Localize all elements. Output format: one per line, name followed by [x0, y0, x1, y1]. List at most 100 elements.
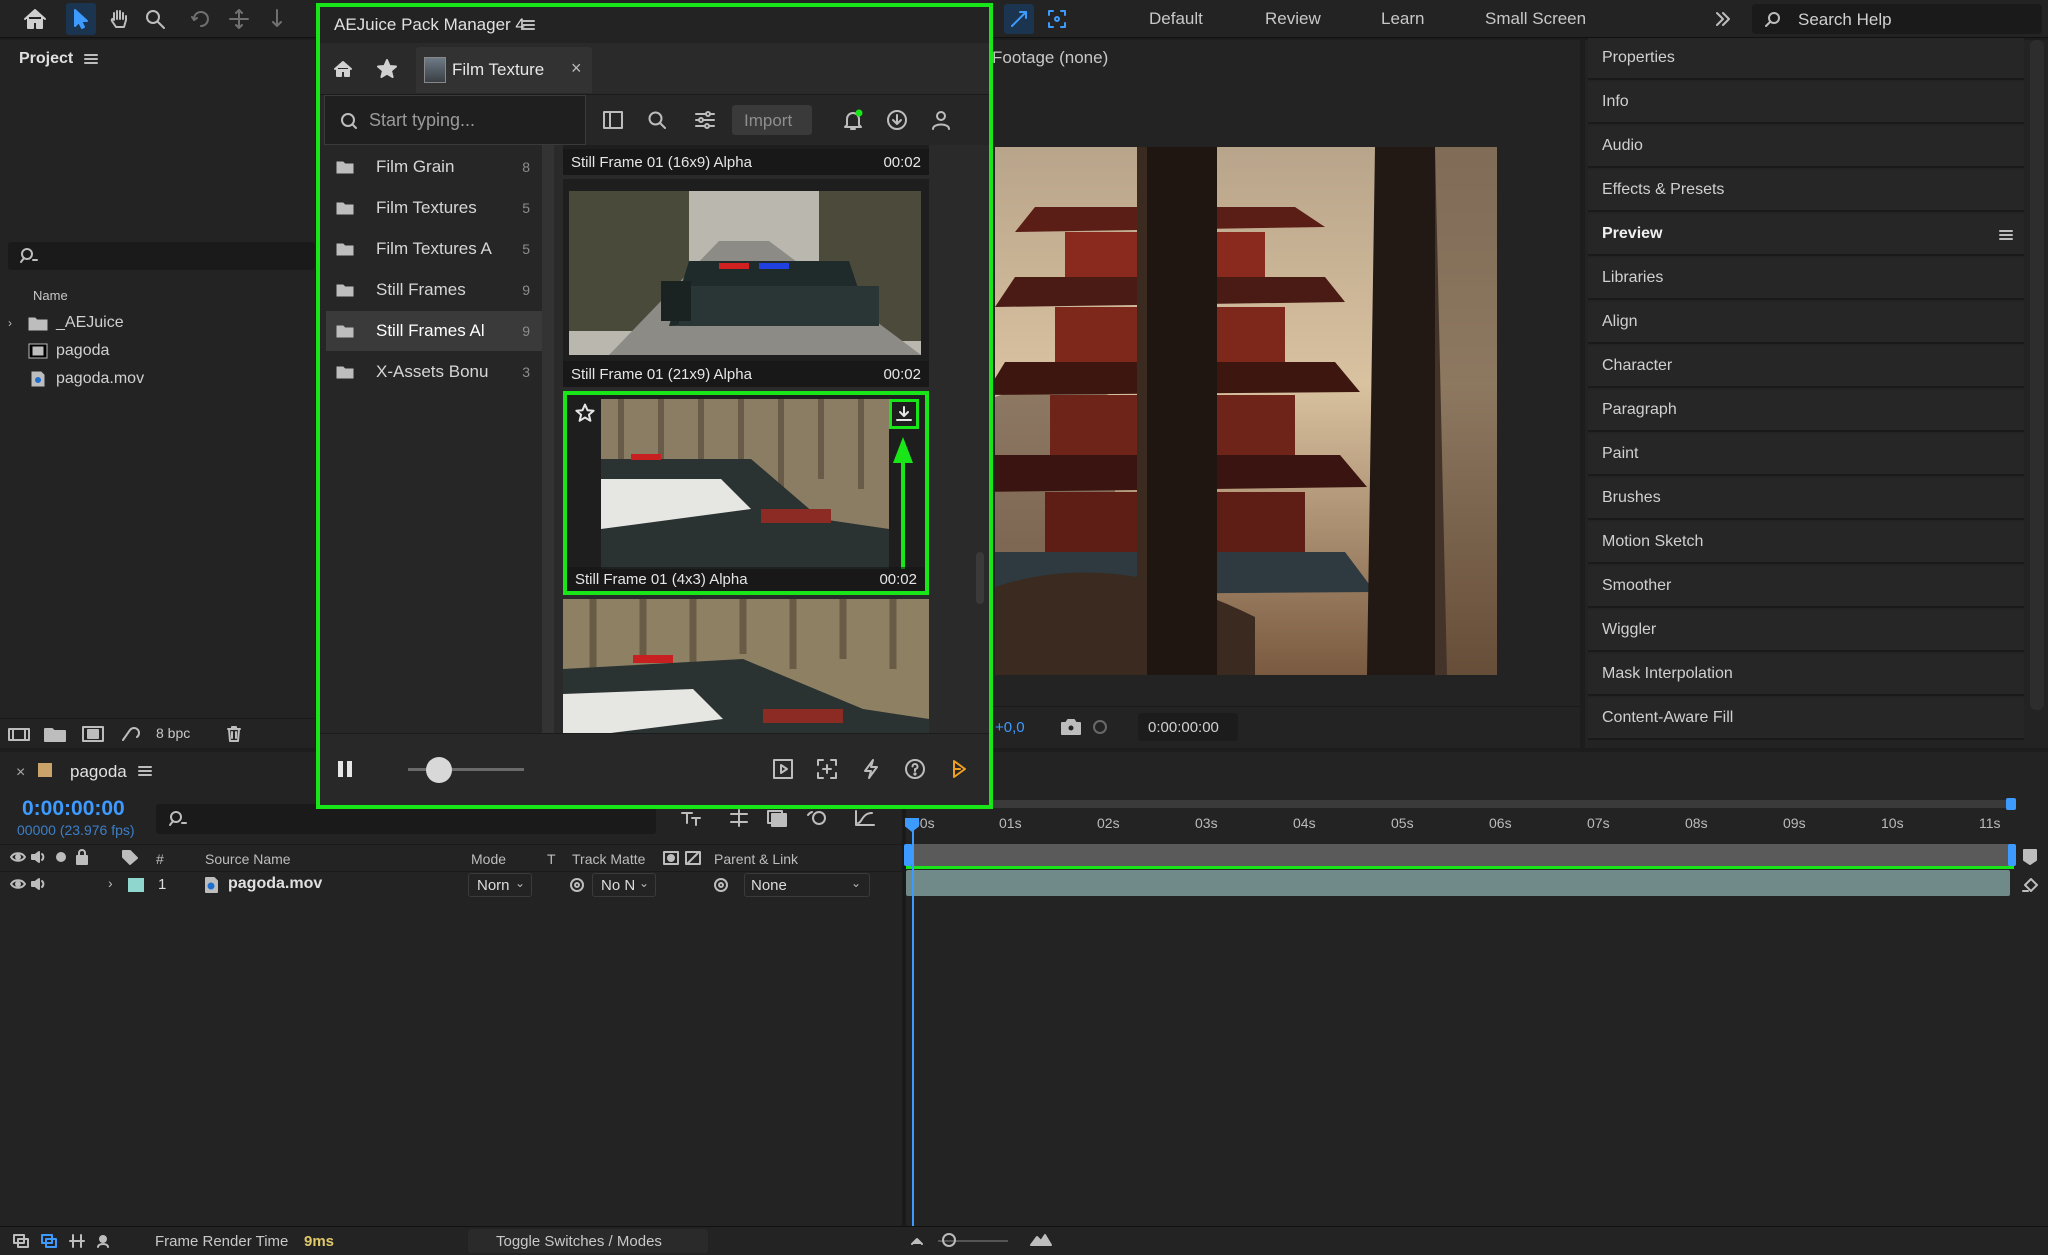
project-settings-icon[interactable] — [118, 723, 144, 745]
eye-icon[interactable] — [10, 849, 26, 865]
search-icon[interactable] — [644, 108, 670, 132]
workspace-small-screen[interactable]: Small Screen — [1485, 9, 1586, 29]
layer-mode-select[interactable]: Norn ⌄ — [468, 873, 532, 897]
footage-label[interactable]: Footage (none) — [992, 48, 1108, 68]
playhead-line[interactable] — [912, 820, 914, 1226]
panel-wiggler[interactable]: Wiggler — [1588, 610, 2024, 652]
layer-color-label[interactable] — [128, 878, 144, 892]
zoom-out-icon[interactable] — [908, 1233, 926, 1249]
asset-grid-scrollbar[interactable] — [976, 552, 984, 604]
filter-settings-icon[interactable] — [692, 108, 718, 132]
import-button[interactable]: Import — [732, 105, 812, 135]
toggle-switches-modes-button[interactable]: Toggle Switches / Modes — [468, 1229, 708, 1253]
panel-menu-icon[interactable] — [82, 50, 100, 68]
snapping-icon[interactable] — [1004, 4, 1034, 34]
snapshot-camera-icon[interactable] — [1058, 715, 1084, 739]
panel-menu-icon[interactable] — [137, 764, 153, 778]
aejuice-search-input[interactable]: Start typing... — [324, 95, 586, 145]
close-icon[interactable]: × — [16, 764, 25, 782]
asset-card[interactable]: Still Frame 01 (16x9) Alpha 00:02 — [563, 145, 929, 175]
category-film-grain[interactable]: Film Grain 8 — [326, 147, 542, 187]
show-snapshot-icon[interactable] — [1088, 715, 1112, 739]
sidebar-toggle-icon[interactable] — [600, 108, 626, 132]
draft-3d-icon[interactable] — [726, 806, 752, 830]
new-folder-icon[interactable] — [42, 723, 68, 745]
layer-duration-bar[interactable] — [906, 870, 2010, 896]
category-still-frames[interactable]: Still Frames 9 — [326, 270, 542, 310]
help-icon[interactable] — [902, 756, 928, 782]
pause-icon[interactable] — [332, 756, 358, 782]
asset-card[interactable]: Still Frame 01 (21x9) Alpha 00:02 — [563, 179, 929, 387]
project-item-folder[interactable]: › _AEJuice — [0, 310, 315, 336]
favorite-star-icon[interactable] — [573, 401, 597, 425]
tab-film-texture[interactable]: Film Texture × — [416, 47, 592, 93]
sidebar-scroll-track[interactable] — [542, 145, 554, 733]
comp-tab-name[interactable]: pagoda — [70, 762, 127, 782]
motion-blur-icon[interactable] — [804, 806, 830, 830]
category-still-frames-alpha[interactable]: Still Frames Al 9 — [326, 311, 542, 351]
expand-arrow-icon[interactable]: › — [108, 875, 113, 891]
close-icon[interactable]: × — [571, 58, 582, 79]
panel-menu-icon[interactable] — [520, 18, 536, 32]
comp-marker-bin-icon[interactable] — [2020, 846, 2040, 868]
panel-info[interactable]: Info — [1588, 82, 2024, 124]
eye-icon[interactable] — [10, 876, 26, 892]
new-composition-icon[interactable] — [80, 723, 106, 745]
panel-paragraph[interactable]: Paragraph — [1588, 390, 2024, 432]
preview-play-icon[interactable] — [770, 756, 796, 782]
track-matte-select[interactable]: No N ⌄ — [592, 873, 656, 897]
panel-smoother[interactable]: Smoother — [1588, 566, 2024, 608]
layer-marker-icon[interactable] — [2020, 874, 2042, 896]
download-asset-button[interactable] — [889, 399, 919, 429]
timeline-zoom-thumb[interactable] — [942, 1233, 956, 1247]
workspace-review[interactable]: Review — [1265, 9, 1321, 29]
panel-character[interactable]: Character — [1588, 346, 2024, 388]
transfer-controls-icon[interactable] — [38, 1231, 60, 1251]
label-tag-icon[interactable] — [120, 848, 140, 866]
category-film-textures-alpha[interactable]: Film Textures A 5 — [326, 229, 542, 269]
panel-effects-presets[interactable]: Effects & Presets — [1588, 170, 2024, 212]
panel-mask-interpolation[interactable]: Mask Interpolation — [1588, 654, 2024, 696]
pan-behind-tool-icon[interactable] — [262, 4, 292, 34]
panel-properties[interactable]: Properties — [1588, 38, 2024, 80]
aejuice-logo-icon[interactable] — [946, 756, 972, 782]
panel-preview[interactable]: Preview — [1588, 214, 2024, 256]
header-source-name[interactable]: Source Name — [205, 851, 291, 867]
project-item-footage[interactable]: pagoda.mov — [0, 366, 315, 392]
hand-tool-icon[interactable] — [104, 4, 134, 34]
notification-bell-icon[interactable] — [840, 107, 866, 133]
parent-select[interactable]: None ⌄ — [744, 873, 870, 897]
move-tool-icon[interactable] — [224, 4, 254, 34]
comp-duration-bar[interactable] — [906, 844, 2014, 868]
audio-icon[interactable] — [30, 849, 48, 865]
right-panel-scrollbar[interactable] — [2030, 40, 2044, 710]
fit-frame-icon[interactable] — [814, 756, 840, 782]
download-icon[interactable] — [884, 107, 910, 133]
project-search-input[interactable] — [8, 242, 315, 270]
panel-brushes[interactable]: Brushes — [1588, 478, 2024, 520]
frame-blending-icon[interactable] — [764, 806, 790, 830]
parent-pickwhip-icon[interactable] — [712, 876, 730, 894]
panel-libraries[interactable]: Libraries — [1588, 258, 2024, 300]
star-icon[interactable] — [372, 55, 402, 83]
asset-card-selected[interactable]: Still Frame 01 (4x3) Alpha 00:02 — [563, 391, 929, 595]
solo-icon[interactable] — [54, 849, 68, 865]
track-matte-pickwhip-icon[interactable] — [568, 876, 586, 894]
panel-menu-icon[interactable] — [1998, 228, 2014, 242]
project-item-comp[interactable]: pagoda — [0, 338, 315, 364]
comp-mini-flowchart-icon[interactable] — [678, 806, 704, 830]
thumbnail-size-thumb[interactable] — [426, 757, 453, 783]
viewer-timecode[interactable]: 0:00:00:00 — [1138, 713, 1238, 741]
layer-switches-icon[interactable] — [10, 1231, 32, 1251]
workspace-default[interactable]: Default — [1149, 9, 1203, 29]
panel-content-aware-fill[interactable]: Content-Aware Fill — [1588, 698, 2024, 740]
workspace-learn[interactable]: Learn — [1381, 9, 1424, 29]
timeline-timecode[interactable]: 0:00:00:00 — [22, 797, 125, 821]
category-film-textures[interactable]: Film Textures 5 — [326, 188, 542, 228]
bit-depth-label[interactable]: 8 bpc — [156, 725, 190, 741]
work-area-bar[interactable] — [906, 800, 2014, 808]
graph-editor-icon[interactable] — [852, 806, 878, 830]
zoom-in-icon[interactable] — [1028, 1231, 1054, 1249]
panel-align[interactable]: Align — [1588, 302, 2024, 344]
home-icon[interactable] — [328, 55, 358, 83]
